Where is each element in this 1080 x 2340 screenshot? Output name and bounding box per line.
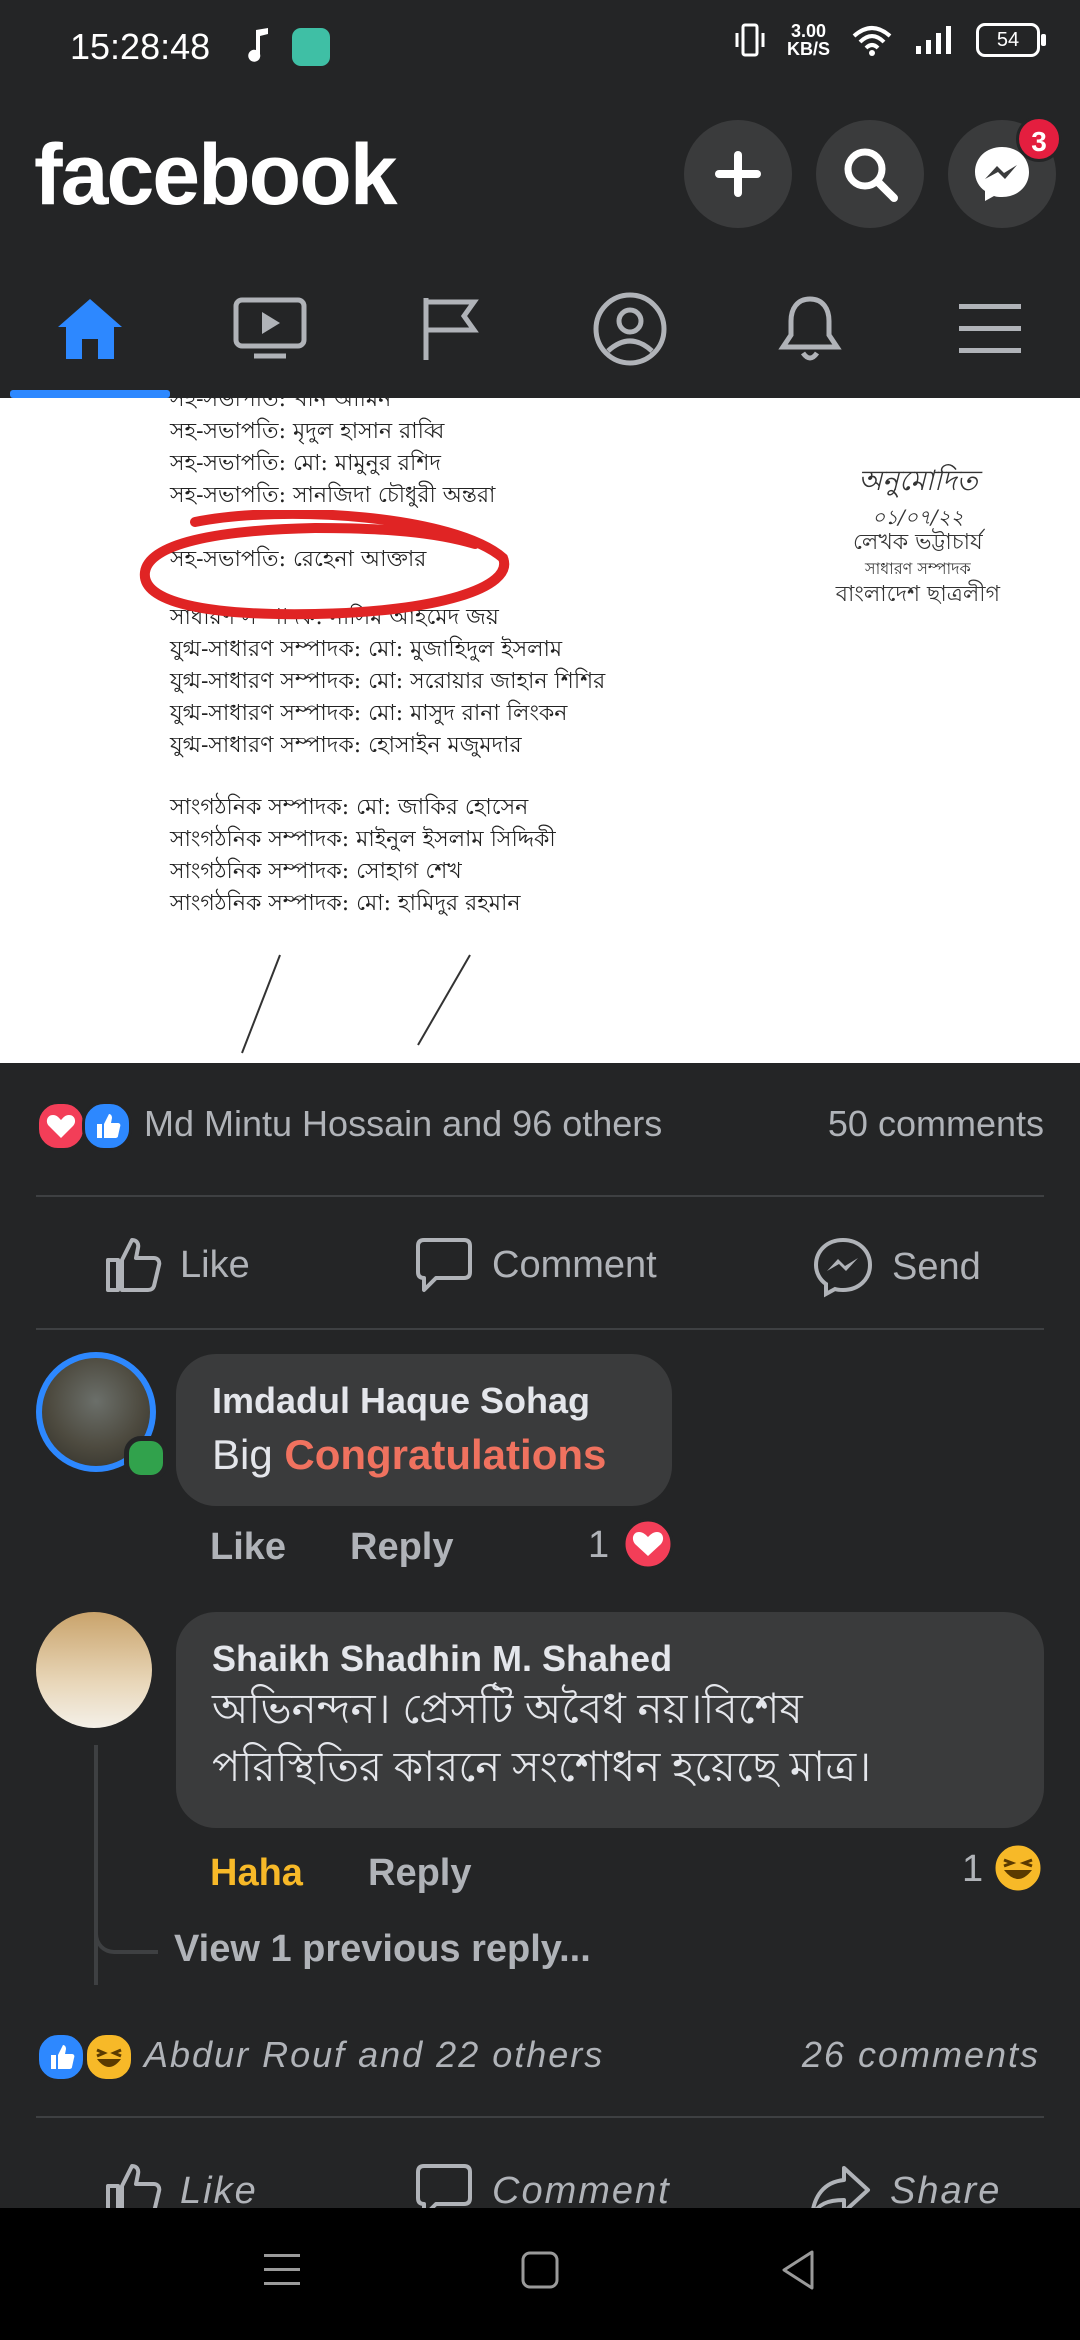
reactions-text: Abdur Rouf and 22 others	[144, 2034, 605, 2075]
send-button[interactable]: Send	[812, 1236, 981, 1298]
comment-reply-button[interactable]: Reply	[368, 1852, 471, 1895]
post-image[interactable]: সহ-সভাপতি: খান আমিন সহ-সভাপতি: মৃদুল হাস…	[0, 398, 1080, 1063]
online-status-indicator	[124, 1436, 168, 1480]
main-tabs	[0, 260, 1080, 398]
vibrate-icon	[735, 23, 765, 57]
comment-icon	[416, 1238, 472, 1292]
tab-menu[interactable]	[910, 260, 1070, 398]
comment-bubble[interactable]: Shaikh Shadhin M. Shahed অভিনন্দন। প্রেস…	[176, 1612, 1044, 1828]
comment-reaction-count: 1	[962, 1848, 984, 1890]
messenger-button[interactable]: 3	[948, 116, 1062, 228]
home-system-icon[interactable]	[520, 2248, 560, 2292]
network-speed: 3.00 KB/S	[786, 21, 830, 59]
comment-button[interactable]: Comment	[414, 1236, 657, 1294]
home-icon	[58, 299, 122, 359]
watch-icon	[233, 297, 307, 359]
reactions-text: Md Mintu Hossain and 96 others	[144, 1103, 663, 1144]
comment-like-button[interactable]: Like	[210, 1526, 286, 1569]
status-bar: 15:28:48 3.00 KB/S 54	[0, 0, 1080, 96]
tab-notifications[interactable]	[730, 260, 890, 398]
comment-haha-button[interactable]: Haha	[210, 1852, 303, 1895]
menu-icon	[959, 304, 1021, 353]
comment-bubble[interactable]: Imdadul Haque Sohag Big Congratulations	[176, 1354, 672, 1506]
red-circle-annotation	[139, 510, 510, 620]
comment-text: অভিনন্দন। প্রেসটি অবৈধ নয়।বিশেষ পরিস্থি…	[212, 1685, 872, 1790]
tab-profile[interactable]	[550, 260, 710, 398]
music-note-icon	[248, 28, 268, 62]
status-right: 3.00 KB/S 54	[735, 21, 1046, 59]
like-reaction-icon	[36, 2032, 86, 2082]
comments-count[interactable]: 50 comments	[828, 1103, 1044, 1145]
post-reactions-summary[interactable]: Md Mintu Hossain and 96 others 50 commen…	[0, 1063, 1080, 1195]
thread-connector	[94, 1900, 158, 1954]
create-button[interactable]	[684, 120, 792, 228]
app-header: facebook 3	[0, 96, 1080, 260]
search-button[interactable]	[816, 120, 924, 228]
like-button[interactable]: Like	[104, 1236, 250, 1294]
commenter-name[interactable]: Shaikh Shadhin M. Shahed	[212, 1638, 1008, 1680]
tab-watch[interactable]	[190, 260, 350, 398]
app-notification-icon	[292, 28, 330, 66]
comment-text: Big Congratulations	[212, 1431, 607, 1478]
document-text: সহ-সভাপতি: খান আমিন সহ-সভাপতি: মৃদুল হাস…	[170, 398, 606, 916]
comments-count[interactable]: 26 comments	[802, 2034, 1040, 2076]
active-tab-indicator	[10, 390, 170, 398]
flag-icon	[423, 298, 479, 360]
signature-block: অনুমোদিত ০১/০৭/২২ লেখক ভট্টাচার্য সাধারণ…	[835, 464, 1000, 608]
pen-marks	[241, 954, 471, 1054]
signal-icon	[916, 26, 951, 54]
system-navigation-bar	[0, 2208, 1080, 2340]
divider	[36, 2116, 1044, 2118]
like-reaction-icon	[82, 1101, 132, 1151]
comment-reply-button[interactable]: Reply	[350, 1526, 453, 1569]
facebook-logo: facebook	[34, 127, 398, 223]
view-previous-replies[interactable]: View 1 previous reply...	[174, 1928, 591, 1971]
profile-icon	[593, 292, 667, 366]
wifi-icon	[852, 26, 892, 56]
status-time: 15:28:48	[70, 26, 211, 67]
messenger-send-icon	[813, 1237, 873, 1298]
haha-reaction-icon	[84, 2032, 134, 2082]
love-reaction-icon	[36, 1101, 86, 1151]
plus-icon	[715, 151, 761, 197]
thumbs-up-icon	[106, 1238, 162, 1292]
recent-apps-icon[interactable]	[262, 2248, 302, 2292]
commenter-avatar[interactable]	[36, 1612, 152, 1728]
post-reactions-summary[interactable]: Abdur Rouf and 22 others 26 comments	[0, 2010, 1080, 2110]
search-icon	[844, 148, 898, 202]
post-actions: Like Comment Send	[0, 1200, 1080, 1330]
thread-line	[94, 1745, 98, 1985]
commenter-name[interactable]: Imdadul Haque Sohag	[212, 1380, 636, 1422]
love-reaction-icon	[622, 1518, 674, 1570]
comment-reaction-count: 1	[588, 1524, 610, 1566]
bell-icon	[778, 296, 842, 361]
tab-home[interactable]	[10, 260, 170, 398]
back-icon[interactable]	[778, 2248, 818, 2292]
divider	[36, 1195, 1044, 1197]
tab-pages[interactable]	[370, 260, 530, 398]
divider	[36, 1328, 1044, 1330]
battery-indicator: 54	[976, 23, 1046, 57]
haha-reaction-icon	[992, 1842, 1044, 1894]
messenger-badge: 3	[1016, 116, 1062, 162]
